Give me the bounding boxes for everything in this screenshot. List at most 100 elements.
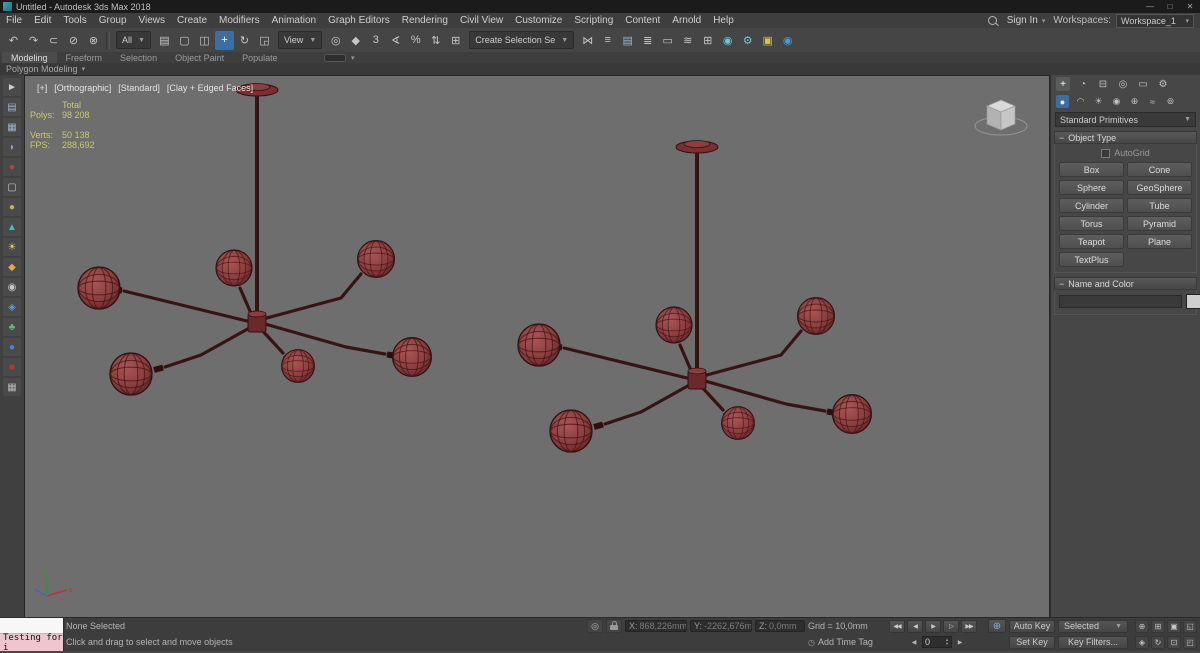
isolate-selection-toggle-icon[interactable]: ◎ — [587, 619, 603, 633]
menu-item[interactable]: Views — [133, 15, 172, 26]
display-tab-icon[interactable]: ▭ — [1136, 77, 1150, 91]
object-type-button[interactable]: Plane — [1127, 234, 1192, 249]
render-production-icon[interactable]: ◉ — [778, 31, 797, 50]
key-filters-button[interactable]: Key Filters... — [1058, 635, 1128, 649]
go-to-end-button[interactable]: ▶▶ — [961, 619, 977, 633]
menu-item[interactable]: Edit — [28, 15, 57, 26]
helpers-category-icon[interactable]: ⊕ — [1128, 95, 1141, 108]
grid-tool-icon[interactable]: ▦ — [3, 378, 21, 396]
object-type-button[interactable]: Tube — [1127, 198, 1192, 213]
lights-category-icon[interactable]: ☀ — [1092, 95, 1105, 108]
view-cube[interactable] — [974, 99, 1028, 136]
menu-item[interactable]: Rendering — [396, 15, 454, 26]
cameras-category-icon[interactable]: ◉ — [1110, 95, 1123, 108]
geometry-category-icon[interactable]: ● — [1056, 95, 1069, 108]
reference-coordinate-dropdown[interactable]: View ▼ — [277, 31, 323, 49]
menu-item[interactable]: File — [0, 15, 28, 26]
frame-spinner-arrows[interactable]: ▲ ▼ — [945, 638, 949, 646]
set-keys-button[interactable]: ⊕ — [988, 619, 1006, 633]
material-sample-icon[interactable]: ■ — [3, 358, 21, 376]
select-and-move-icon[interactable]: + — [214, 30, 234, 50]
minimize-button[interactable]: — — [1140, 2, 1160, 11]
set-key-button[interactable]: Set Key — [1009, 635, 1055, 649]
menu-item[interactable]: Customize — [509, 15, 568, 26]
named-selection-sets-icon[interactable]: ⊞ — [446, 31, 465, 50]
add-time-tag[interactable]: ◷ Add Time Tag — [808, 637, 886, 647]
selection-region-icon[interactable]: ▤ — [3, 98, 21, 116]
maximize-button[interactable]: □ — [1160, 2, 1180, 11]
create-selection-set-field[interactable]: Create Selection Se ▼ — [469, 31, 575, 49]
frame-back-button[interactable]: ◀ — [908, 636, 920, 648]
menu-item[interactable]: Modifiers — [213, 15, 266, 26]
shapes-category-icon[interactable]: ◠ — [1074, 95, 1087, 108]
selection-lock-toggle-icon[interactable] — [606, 619, 622, 633]
maxscript-mini-listener[interactable]: Testing for i — [0, 618, 64, 653]
chandelier-model-right[interactable] — [518, 141, 871, 453]
field-of-view-icon[interactable]: ⊡ — [1167, 635, 1181, 649]
select-cursor-icon[interactable]: ► — [3, 78, 21, 96]
hierarchy-tab-icon[interactable]: ⊟ — [1096, 77, 1110, 91]
select-and-link-icon[interactable]: ⊂ — [44, 31, 63, 50]
object-type-rollout-header[interactable]: − Object Type — [1054, 131, 1197, 144]
percent-snap-icon[interactable]: % — [406, 31, 425, 50]
play-button[interactable]: ▶ — [925, 619, 941, 633]
record-icon[interactable]: ● — [3, 158, 21, 176]
rendered-frame-icon[interactable]: ▣ — [758, 31, 777, 50]
coordinate-y-field[interactable]: Y: -2262,676m — [690, 620, 752, 632]
redo-icon[interactable]: ↷ — [24, 31, 43, 50]
menu-item[interactable]: Group — [93, 15, 133, 26]
ribbon-tab[interactable]: Modeling — [2, 52, 57, 63]
object-type-button[interactable]: Torus — [1059, 216, 1124, 231]
menu-item[interactable]: Civil View — [454, 15, 509, 26]
layers-panel-icon[interactable]: ▦ — [3, 118, 21, 136]
world-tool-icon[interactable]: ● — [3, 338, 21, 356]
autogrid-checkbox[interactable] — [1101, 148, 1111, 158]
spinner-snap-icon[interactable]: ⇅ — [426, 31, 445, 50]
render-setup-icon[interactable]: ⚙ — [738, 31, 757, 50]
ribbon-panel-label[interactable]: Polygon Modeling — [6, 64, 78, 74]
key-mode-dropdown[interactable]: Selected ▼ — [1058, 619, 1128, 633]
previous-frame-button[interactable]: ◀ — [907, 619, 923, 633]
zoom-icon[interactable]: ⊕ — [1135, 619, 1149, 633]
close-button[interactable]: ✕ — [1180, 2, 1200, 11]
viewport[interactable]: x y [+] [Orthographic] [Standard] [Clay + E… — [24, 75, 1050, 618]
menu-item[interactable]: Create — [171, 15, 213, 26]
light-tool-icon[interactable]: ☀ — [3, 238, 21, 256]
next-frame-button[interactable]: ▷ — [943, 619, 959, 633]
search-icon[interactable] — [987, 16, 997, 25]
coordinate-z-field[interactable]: Z: 0,0mm — [755, 620, 805, 632]
viewport-label-segment[interactable]: [Standard] — [118, 83, 160, 93]
use-pivot-center-icon[interactable]: ◎ — [326, 31, 345, 50]
object-type-button[interactable]: TextPlus — [1059, 252, 1124, 267]
foliage-tool-icon[interactable]: ♣ — [3, 318, 21, 336]
systems-category-icon[interactable]: ⊚ — [1164, 95, 1177, 108]
ribbon-tab[interactable]: Selection — [111, 52, 166, 63]
zoom-extents-icon[interactable]: ▣ — [1167, 619, 1181, 633]
ribbon-tab[interactable]: Object Paint — [166, 52, 233, 63]
window-crossing-toggle-icon[interactable]: ◫ — [195, 31, 214, 50]
viewport-label-segment[interactable]: [Clay + Edged Faces] — [167, 83, 253, 93]
create-tab-icon[interactable]: + — [1056, 77, 1070, 91]
modify-tab-icon[interactable]: ◔ — [1076, 77, 1090, 91]
object-color-swatch[interactable] — [1186, 294, 1200, 309]
mirror-icon[interactable]: ⋈ — [578, 31, 597, 50]
object-type-button[interactable]: Box — [1059, 162, 1124, 177]
undo-icon[interactable]: ↶ — [4, 31, 23, 50]
go-to-start-button[interactable]: ◀◀ — [889, 619, 905, 633]
selection-filter-dropdown[interactable]: All ▼ — [116, 31, 151, 49]
select-and-scale-icon[interactable]: ◲ — [255, 31, 274, 50]
angle-snap-icon[interactable]: ∢ — [386, 31, 405, 50]
box-tool-icon[interactable]: ▢ — [3, 178, 21, 196]
cone-tool-icon[interactable]: ▲ — [3, 218, 21, 236]
scene-explorer-icon[interactable]: ▤ — [618, 31, 637, 50]
chandelier-model-left[interactable] — [77, 83, 433, 396]
menu-item[interactable]: Help — [707, 15, 740, 26]
snaps-toggle-icon[interactable]: 3 — [366, 31, 385, 50]
space-warps-category-icon[interactable]: ≈ — [1146, 95, 1159, 108]
align-icon[interactable]: ≡ — [598, 31, 617, 50]
motion-tab-icon[interactable]: ◎ — [1116, 77, 1130, 91]
listener-line[interactable]: Testing for i — [0, 633, 63, 653]
schematic-view-icon[interactable]: ⊞ — [698, 31, 717, 50]
object-type-button[interactable]: Pyramid — [1127, 216, 1192, 231]
select-and-manipulate-icon[interactable]: ◆ — [346, 31, 365, 50]
